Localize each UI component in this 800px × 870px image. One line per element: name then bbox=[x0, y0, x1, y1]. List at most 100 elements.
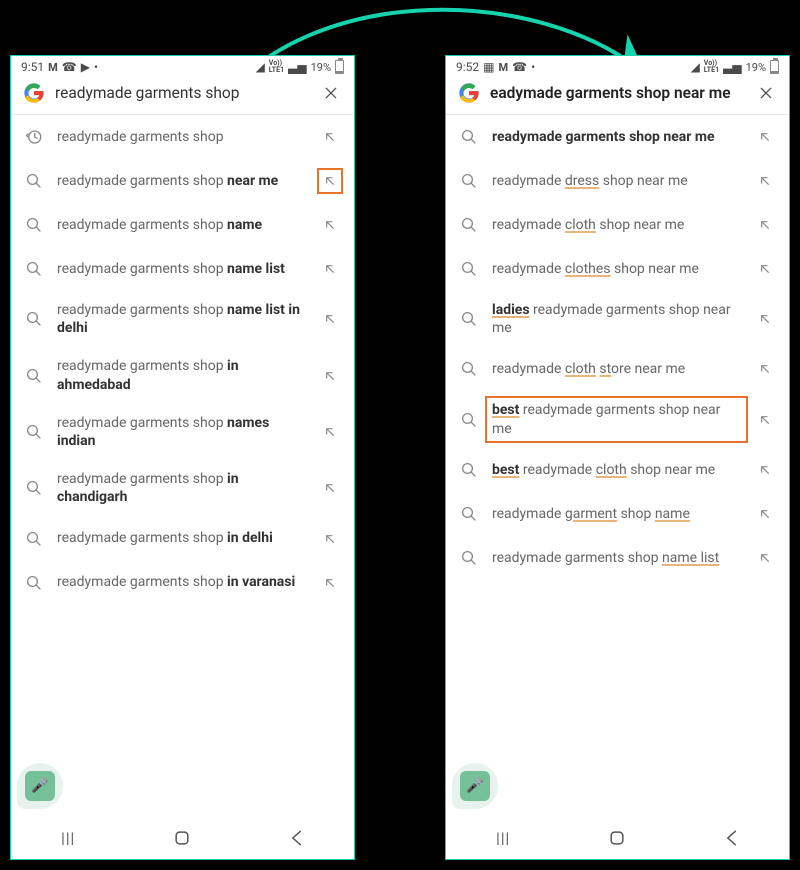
fill-query-arrow[interactable] bbox=[753, 408, 777, 432]
suggestion-row[interactable]: readymade garments shop name list in del… bbox=[11, 291, 354, 347]
suggestion-text: readymade garments shop name list bbox=[492, 549, 741, 567]
status-icon-m: M bbox=[498, 61, 508, 74]
mic-icon: 🎤 bbox=[460, 771, 490, 801]
youtube-icon: ▶ bbox=[81, 60, 90, 74]
wifi-icon: ◢ bbox=[691, 60, 700, 74]
fill-query-arrow[interactable] bbox=[753, 546, 777, 570]
fill-query-arrow[interactable] bbox=[753, 125, 777, 149]
suggestion-row[interactable]: best readymade garments shop near me bbox=[446, 391, 789, 447]
battery-icon bbox=[335, 60, 344, 74]
whatsapp-icon: ☎ bbox=[62, 60, 77, 74]
suggestion-text: readymade garments shop near me bbox=[57, 172, 306, 190]
suggestion-text: readymade cloth shop near me bbox=[492, 216, 741, 234]
fill-query-arrow[interactable] bbox=[318, 169, 342, 193]
fill-query-arrow[interactable] bbox=[318, 213, 342, 237]
search-icon bbox=[23, 310, 45, 328]
nav-recents-button[interactable]: ||| bbox=[48, 829, 88, 847]
suggestion-text: readymade garments shop in delhi bbox=[57, 529, 306, 547]
search-icon bbox=[23, 574, 45, 592]
fill-query-arrow[interactable] bbox=[318, 476, 342, 500]
nav-bar: ||| bbox=[11, 817, 354, 859]
status-battery: 19% bbox=[311, 61, 331, 74]
suggestion-row[interactable]: readymade garments shop names indian bbox=[11, 404, 354, 460]
status-time: 9:52 bbox=[456, 60, 479, 74]
fill-query-arrow[interactable] bbox=[318, 420, 342, 444]
suggestion-row[interactable]: readymade clothes shop near me bbox=[446, 247, 789, 291]
voice-assistant-button[interactable]: 🎤 bbox=[17, 763, 63, 809]
suggestion-text: readymade garments shop name list in del… bbox=[57, 301, 306, 337]
phone-left: 9:51 M ☎ ▶ • ◢ Vo))LTE1 ▃▅ 19% readymad bbox=[10, 55, 355, 860]
fill-query-arrow[interactable] bbox=[753, 169, 777, 193]
suggestion-row[interactable]: readymade garments shop name bbox=[11, 203, 354, 247]
fill-query-arrow[interactable] bbox=[753, 458, 777, 482]
nav-recents-button[interactable]: ||| bbox=[483, 829, 523, 847]
google-logo-icon bbox=[458, 82, 480, 104]
search-icon bbox=[458, 310, 480, 328]
fill-query-arrow[interactable] bbox=[318, 307, 342, 331]
wifi-icon: ◢ bbox=[256, 60, 265, 74]
suggestion-text: best readymade cloth shop near me bbox=[492, 461, 741, 479]
clear-button[interactable] bbox=[755, 82, 777, 104]
fill-query-arrow[interactable] bbox=[318, 125, 342, 149]
suggestion-text: readymade garment shop name bbox=[492, 505, 741, 523]
suggestion-row[interactable]: readymade garments shop bbox=[11, 115, 354, 159]
voice-assistant-button[interactable]: 🎤 bbox=[452, 763, 498, 809]
suggestion-text: readymade clothes shop near me bbox=[492, 260, 741, 278]
suggestion-row[interactable]: readymade garments shop in delhi bbox=[11, 517, 354, 561]
fill-query-arrow[interactable] bbox=[753, 502, 777, 526]
image-icon: ▦ bbox=[483, 60, 494, 74]
signal-icon: ▃▅ bbox=[723, 60, 741, 74]
suggestion-row[interactable]: readymade garments shop in ahmedabad bbox=[11, 347, 354, 403]
suggestion-text: ladies readymade garments shop near me bbox=[492, 301, 741, 337]
suggestion-row[interactable]: readymade cloth store near me bbox=[446, 347, 789, 391]
fill-query-arrow[interactable] bbox=[753, 257, 777, 281]
search-header: readymade garments shop bbox=[11, 76, 354, 115]
fill-query-arrow[interactable] bbox=[318, 527, 342, 551]
search-icon bbox=[23, 479, 45, 497]
suggestion-row[interactable]: readymade garments shop near me bbox=[11, 159, 354, 203]
search-icon bbox=[23, 530, 45, 548]
search-icon bbox=[458, 172, 480, 190]
suggestion-text: readymade garments shop near me bbox=[492, 128, 741, 146]
nav-home-button[interactable] bbox=[162, 828, 202, 848]
suggestion-row[interactable]: readymade cloth shop near me bbox=[446, 203, 789, 247]
suggestion-row[interactable]: readymade garments shop name list bbox=[11, 247, 354, 291]
suggestion-text: readymade garments shop in ahmedabad bbox=[57, 357, 306, 393]
suggestions-list: readymade garments shop near me readymade… bbox=[446, 115, 789, 817]
history-icon bbox=[23, 128, 45, 146]
suggestion-row[interactable]: readymade garments shop in varanasi bbox=[11, 561, 354, 605]
fill-query-arrow[interactable] bbox=[318, 364, 342, 388]
suggestion-row[interactable]: readymade garments shop in chandigarh bbox=[11, 460, 354, 516]
search-icon bbox=[458, 128, 480, 146]
nav-home-button[interactable] bbox=[597, 828, 637, 848]
fill-query-arrow[interactable] bbox=[753, 357, 777, 381]
search-icon bbox=[458, 549, 480, 567]
suggestion-text: readymade dress shop near me bbox=[492, 172, 741, 190]
nav-back-button[interactable] bbox=[712, 828, 752, 848]
nav-back-button[interactable] bbox=[277, 828, 317, 848]
fill-query-arrow[interactable] bbox=[318, 571, 342, 595]
search-icon bbox=[23, 260, 45, 278]
suggestion-row[interactable]: ladies readymade garments shop near me bbox=[446, 291, 789, 347]
suggestion-row[interactable]: readymade dress shop near me bbox=[446, 159, 789, 203]
signal-icon: ▃▅ bbox=[288, 60, 306, 74]
battery-icon bbox=[770, 60, 779, 74]
search-input[interactable]: eadymade garments shop near me bbox=[490, 84, 745, 102]
search-icon bbox=[23, 423, 45, 441]
fill-query-arrow[interactable] bbox=[753, 213, 777, 237]
fill-query-arrow[interactable] bbox=[753, 307, 777, 331]
search-icon bbox=[458, 216, 480, 234]
status-bar: 9:51 M ☎ ▶ • ◢ Vo))LTE1 ▃▅ 19% bbox=[11, 56, 354, 76]
clear-button[interactable] bbox=[320, 82, 342, 104]
suggestion-row[interactable]: readymade garments shop name list bbox=[446, 536, 789, 580]
suggestion-row[interactable]: readymade garments shop near me bbox=[446, 115, 789, 159]
suggestion-row[interactable]: readymade garment shop name bbox=[446, 492, 789, 536]
suggestion-row[interactable]: best readymade cloth shop near me bbox=[446, 448, 789, 492]
suggestion-text: readymade garments shop names indian bbox=[57, 414, 306, 450]
search-icon bbox=[458, 505, 480, 523]
search-input[interactable]: readymade garments shop bbox=[55, 84, 310, 102]
fill-query-arrow[interactable] bbox=[318, 257, 342, 281]
phone-right: 9:52 ▦ M ☎ • ◢ Vo))LTE1 ▃▅ 19% eadymade bbox=[445, 55, 790, 860]
suggestion-text: readymade garments shop name bbox=[57, 216, 306, 234]
status-battery: 19% bbox=[746, 61, 766, 74]
